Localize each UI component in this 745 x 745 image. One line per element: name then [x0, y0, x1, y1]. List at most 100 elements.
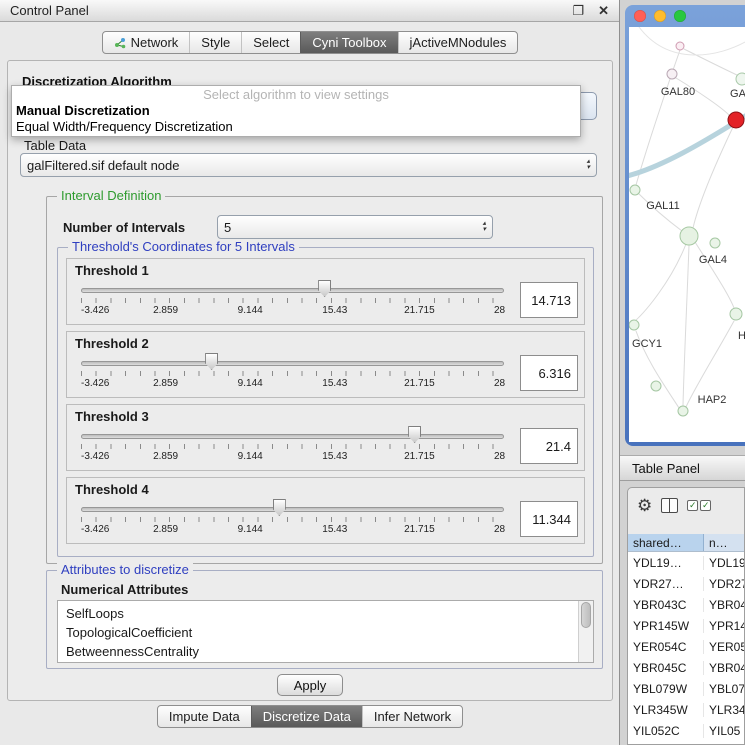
tab-jactivemnodules[interactable]: jActiveMNodules: [398, 32, 518, 53]
network-tab-icon: [114, 37, 126, 49]
table-row[interactable]: YIL052C YIL05: [628, 720, 744, 741]
table-data-combo[interactable]: galFiltered.sif default node ▴▾: [20, 153, 597, 177]
tab-style[interactable]: Style: [189, 32, 241, 53]
threshold-2-block: Threshold 2 -3.4262.8599.14415.4321.7152…: [66, 331, 585, 398]
numerical-attributes-label: Numerical Attributes: [61, 582, 188, 597]
numerical-attributes-list[interactable]: SelfLoopsTopologicalCoefficientBetweenne…: [57, 600, 594, 663]
network-view-window: GAL80GAGAL11GAL4HGCY1HAP2: [625, 5, 745, 446]
tab-cyni-toolbox[interactable]: Cyni Toolbox: [300, 32, 397, 53]
cell-name: YDL19: [704, 556, 744, 570]
table-toolbar: ⚙ ✓ ✓: [628, 488, 744, 522]
tick-label: 21.715: [404, 451, 435, 462]
slider-ticks: [81, 371, 504, 376]
tab-infer-network[interactable]: Infer Network: [362, 706, 462, 727]
attributes-to-discretize-group: Attributes to discretize Numerical Attri…: [46, 570, 603, 669]
table-row[interactable]: YBR043C YBR04: [628, 594, 744, 615]
table-row[interactable]: YLR345W YLR34: [628, 699, 744, 720]
mac-close-button[interactable]: [634, 10, 646, 22]
table-rows: YDL19… YDL19 YDR27… YDR27 YBR043C YBR04: [628, 552, 744, 745]
tick-label: 15.43: [322, 305, 347, 316]
tick-label: 28: [494, 451, 505, 462]
number-of-intervals-combo[interactable]: 5 ▴▾: [217, 215, 493, 239]
gear-icon[interactable]: ⚙: [637, 497, 652, 514]
float-window-icon[interactable]: ❐: [572, 3, 584, 19]
cyni-toolbox-panel: Discretization Algorithm Select algorith…: [7, 60, 613, 701]
close-window-icon[interactable]: ✕: [598, 3, 609, 19]
cell-name: YLR34: [704, 703, 744, 717]
table-row[interactable]: YBR045C YBR04: [628, 657, 744, 678]
combo-stepper-icon: ▴▾: [586, 159, 590, 171]
cell-name: YIL05: [704, 724, 744, 738]
interval-definition-legend: Interval Definition: [57, 188, 165, 203]
table-row[interactable]: YBL079W YBL07: [628, 678, 744, 699]
apply-button[interactable]: Apply: [277, 674, 343, 696]
screen: Control Panel ❐ ✕ Net: [0, 0, 745, 745]
columns-icon[interactable]: [661, 498, 678, 513]
tab-discretize-data[interactable]: Discretize Data: [251, 706, 362, 727]
scrollbar-thumb[interactable]: [581, 602, 591, 628]
threshold-1-value-field[interactable]: 14.713: [520, 282, 578, 318]
slider-ticks: [81, 298, 504, 303]
tab-network[interactable]: Network: [103, 32, 190, 53]
threshold-3-slider[interactable]: -3.4262.8599.14415.4321.71528: [77, 425, 508, 467]
table-panel-title: Table Panel: [632, 461, 700, 476]
dropdown-placeholder-option[interactable]: Select algorithm to view settings: [12, 87, 580, 103]
tick-label: 21.715: [404, 524, 435, 535]
threshold-4-value-field[interactable]: 11.344: [520, 501, 578, 537]
cell-shared-name: YDR27…: [628, 577, 704, 591]
column-header-name[interactable]: n…: [704, 534, 744, 551]
slider-ticks: [81, 517, 504, 522]
threshold-4-label: Threshold 4: [75, 482, 578, 497]
slider-thumb[interactable]: [205, 353, 218, 370]
slider-ticks: [81, 444, 504, 449]
bottom-tab-bar: Impute Data Discretize Data Infer Networ…: [157, 705, 463, 728]
tab-select[interactable]: Select: [241, 32, 300, 53]
threshold-1-slider[interactable]: -3.4262.8599.14415.4321.71528: [77, 279, 508, 321]
control-panel-tabs: Network Style Select Cyni Toolbox jActiv…: [0, 31, 620, 54]
table-row[interactable]: YDR27… YDR27: [628, 573, 744, 594]
mac-minimize-button[interactable]: [654, 10, 666, 22]
tab-impute-data[interactable]: Impute Data: [158, 706, 251, 727]
tick-label: 2.859: [153, 378, 178, 389]
cell-name: YPR14: [704, 619, 744, 633]
list-scrollbar[interactable]: [578, 601, 593, 662]
number-of-intervals-label: Number of Intervals: [63, 220, 185, 235]
cell-shared-name: YER054C: [628, 640, 704, 654]
bottom-tabs-row: Impute Data Discretize Data Infer Networ…: [0, 705, 620, 728]
threshold-3-value-field[interactable]: 21.4: [520, 428, 578, 464]
column-header-shared-name[interactable]: shared…: [628, 534, 704, 551]
threshold-2-slider[interactable]: -3.4262.8599.14415.4321.71528: [77, 352, 508, 394]
tick-label: 9.144: [238, 305, 263, 316]
mac-zoom-button[interactable]: [674, 10, 686, 22]
list-item[interactable]: TopologicalCoefficient: [58, 623, 593, 642]
tab-label: jActiveMNodules: [410, 35, 507, 50]
cell-shared-name: YBL079W: [628, 682, 704, 696]
select-none-icon[interactable]: ✓: [700, 500, 711, 511]
cell-name: YER05: [704, 640, 744, 654]
cell-shared-name: YBR045C: [628, 661, 704, 675]
slider-thumb[interactable]: [273, 499, 286, 516]
cell-name: YBR04: [704, 598, 744, 612]
table-row[interactable]: YPR145W YPR14: [628, 615, 744, 636]
table-data-label: Table Data: [24, 138, 86, 153]
dropdown-option-equal-width[interactable]: Equal Width/Frequency Discretization: [12, 119, 580, 135]
threshold-2-value-field[interactable]: 6.316: [520, 355, 578, 391]
threshold-4-slider[interactable]: -3.4262.8599.14415.4321.71528: [77, 498, 508, 540]
top-tab-bar: Network Style Select Cyni Toolbox jActiv…: [102, 31, 519, 54]
tick-label: -3.426: [81, 524, 109, 535]
threshold-2-label: Threshold 2: [75, 336, 578, 351]
slider-thumb[interactable]: [408, 426, 421, 443]
table-panel-header[interactable]: Table Panel: [620, 455, 745, 481]
list-item[interactable]: BetweennessCentrality: [58, 642, 593, 661]
network-svg[interactable]: GAL80GAGAL11GAL4HGCY1HAP2: [629, 27, 745, 442]
dropdown-option-manual-discretization[interactable]: Manual Discretization: [12, 103, 580, 119]
table-row[interactable]: YER054C YER05: [628, 636, 744, 657]
network-canvas[interactable]: GAL80GAGAL11GAL4HGCY1HAP2: [629, 27, 745, 442]
table-row[interactable]: YDL19… YDL19: [628, 552, 744, 573]
slider-thumb[interactable]: [318, 280, 331, 297]
select-all-icon[interactable]: ✓: [687, 500, 698, 511]
tick-label: 15.43: [322, 451, 347, 462]
cell-name: YDR27: [704, 577, 744, 591]
list-item[interactable]: SelfLoops: [58, 604, 593, 623]
cell-shared-name: YBR043C: [628, 598, 704, 612]
